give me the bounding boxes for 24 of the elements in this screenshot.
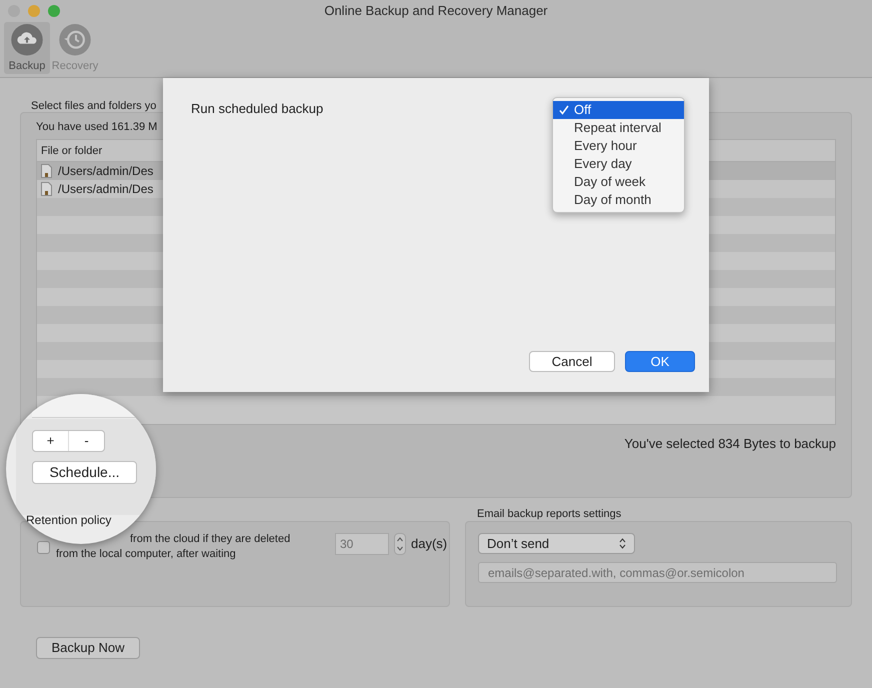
menu-item[interactable]: Repeat interval — [553, 119, 684, 137]
cancel-button[interactable]: Cancel — [529, 351, 615, 372]
window-title: Online Backup and Recovery Manager — [323, 2, 549, 20]
ok-button[interactable]: OK — [625, 351, 695, 372]
days-unit: day(s) — [411, 535, 448, 553]
report-select[interactable]: Don’t send — [478, 533, 635, 554]
menu-item[interactable]: Day of month — [553, 191, 684, 209]
retention-title: Retention policy — [26, 512, 112, 529]
menu-item[interactable]: Off — [553, 101, 684, 119]
usage-text: You have used 161.39 M — [36, 120, 158, 134]
selection-summary: You've selected 834 Bytes to backup — [624, 435, 836, 453]
toolbar-tab[interactable]: Backup — [4, 22, 50, 74]
schedule-button[interactable]: Schedule... — [32, 461, 137, 484]
menu-item[interactable]: Every hour — [553, 137, 684, 155]
email-settings-title: Email backup reports settings — [476, 508, 622, 521]
backup-now-button[interactable]: Backup Now — [36, 637, 140, 659]
menu-item[interactable]: Every day — [553, 155, 684, 173]
menu-item[interactable]: Day of week — [553, 173, 684, 191]
remove-button[interactable]: - — [69, 431, 104, 451]
dialog-label: Run scheduled backup — [191, 100, 324, 118]
retention-label: from the cloud if they are deleted from the local computer, after waiting — [56, 533, 292, 562]
email-field[interactable]: emails@separated.with, commas@or.semicolon — [478, 562, 837, 583]
instruction-text: Select files and folders yo — [31, 99, 156, 113]
add-button[interactable]: + — [33, 431, 69, 451]
